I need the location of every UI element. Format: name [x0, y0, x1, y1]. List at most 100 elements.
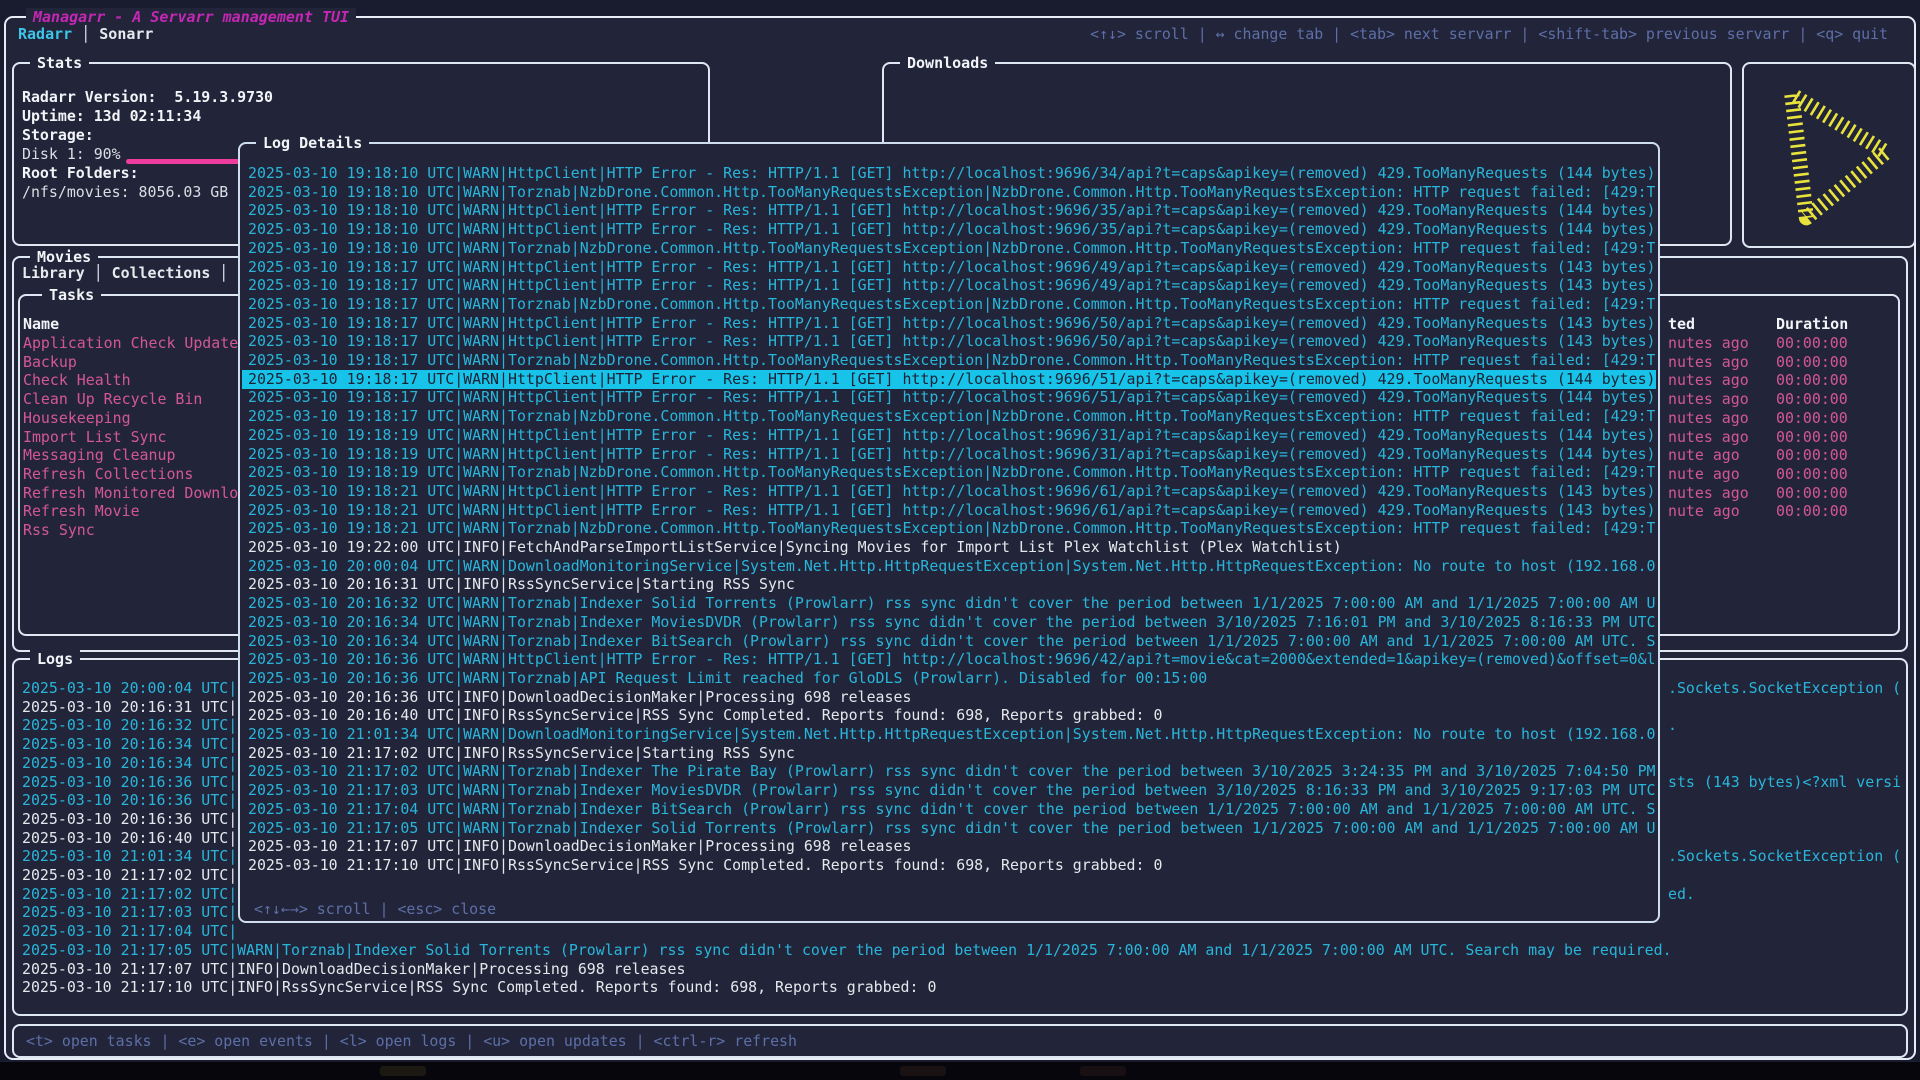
log-row[interactable]: 2025-03-10 20:16:34 UTC| [22, 735, 237, 754]
tab-separator [85, 264, 94, 282]
log-detail-row[interactable]: 2025-03-10 20:16:36 UTC|INFO|DownloadDec… [248, 688, 1655, 707]
desktop-taskbar [0, 1062, 1920, 1080]
log-detail-row[interactable]: 2025-03-10 19:18:21 UTC|WARN|Torznab|Nzb… [248, 519, 1655, 538]
tasks-last-executed-header: ted [1668, 315, 1695, 334]
taskbar-glow-icon [900, 1066, 946, 1076]
task-duration-value: 00:00:00 [1776, 390, 1848, 409]
log-detail-row[interactable]: 2025-03-10 20:16:36 UTC|WARN|Torznab|API… [248, 669, 1655, 688]
log-row[interactable]: 2025-03-10 20:16:40 UTC| [22, 829, 237, 848]
managarr-logo-triangle-icon [1756, 74, 1906, 234]
task-row[interactable]: Messaging Cleanup [23, 446, 175, 465]
log-detail-row[interactable]: 2025-03-10 20:16:34 UTC|WARN|Torznab|Ind… [248, 613, 1655, 632]
log-row[interactable]: 2025-03-10 20:16:36 UTC| [22, 773, 237, 792]
log-row-tail: ed. [1668, 885, 1695, 904]
log-detail-row[interactable]: 2025-03-10 19:18:17 UTC|WARN|Torznab|Nzb… [248, 295, 1655, 314]
log-detail-row[interactable]: 2025-03-10 19:18:17 UTC|WARN|HttpClient|… [248, 332, 1655, 351]
log-detail-row[interactable]: 2025-03-10 19:18:19 UTC|WARN|HttpClient|… [248, 445, 1655, 464]
task-row[interactable]: Refresh Collections [23, 465, 193, 484]
log-row[interactable]: 2025-03-10 20:16:31 UTC| [22, 698, 237, 717]
modal-keybinds: <↑↓←→> scroll | <esc> close [254, 900, 496, 919]
stats-panel-title: Stats [30, 53, 89, 73]
log-detail-row[interactable]: 2025-03-10 19:18:19 UTC|WARN|HttpClient|… [248, 426, 1655, 445]
log-detail-row[interactable]: 2025-03-10 19:18:17 UTC|WARN|HttpClient|… [248, 314, 1655, 333]
task-row[interactable]: Clean Up Recycle Bin [23, 390, 202, 409]
task-row[interactable]: Refresh Movie [23, 502, 140, 521]
log-detail-row[interactable]: 2025-03-10 20:00:04 UTC|WARN|DownloadMon… [248, 557, 1655, 576]
log-detail-row[interactable]: 2025-03-10 19:18:10 UTC|WARN|Torznab|Nzb… [248, 239, 1655, 258]
log-detail-row[interactable]: 2025-03-10 21:17:07 UTC|INFO|DownloadDec… [248, 837, 1655, 856]
stats-row: Radarr Version: 5.19.3.9730 [22, 88, 273, 107]
tab-collections[interactable]: Collections [112, 264, 211, 282]
taskbar-glow-icon [380, 1066, 426, 1076]
terminal-window: Managarr - A Servarr management TUI Rada… [4, 16, 1916, 1060]
task-duration-value: 00:00:00 [1776, 428, 1848, 447]
task-row[interactable]: Check Health [23, 371, 131, 390]
task-row[interactable]: Application Check Update [23, 334, 238, 353]
tab-library[interactable]: Library [22, 264, 85, 282]
log-row[interactable]: 2025-03-10 21:01:34 UTC| [22, 847, 237, 866]
task-row[interactable]: Import List Sync [23, 428, 166, 447]
task-row[interactable]: Housekeeping [23, 409, 131, 428]
task-last-executed-value: nutes ago [1668, 371, 1749, 390]
log-row[interactable]: 2025-03-10 20:00:04 UTC| [22, 679, 237, 698]
log-detail-row[interactable]: 2025-03-10 21:17:03 UTC|WARN|Torznab|Ind… [248, 781, 1655, 800]
log-detail-row[interactable]: 2025-03-10 20:16:36 UTC|WARN|HttpClient|… [248, 650, 1655, 669]
task-last-executed-value: nutes ago [1668, 353, 1749, 372]
task-last-executed-value: nute ago [1668, 446, 1740, 465]
log-row[interactable]: 2025-03-10 21:17:03 UTC| [22, 903, 237, 922]
footer-keybinds-bar: <t> open tasks | <e> open events | <l> o… [12, 1024, 1908, 1058]
log-row[interactable]: 2025-03-10 20:16:36 UTC| [22, 791, 237, 810]
log-row[interactable]: 2025-03-10 21:17:04 UTC| [22, 922, 237, 941]
log-detail-row[interactable]: 2025-03-10 19:18:21 UTC|WARN|HttpClient|… [248, 501, 1655, 520]
task-duration-value: 00:00:00 [1776, 371, 1848, 390]
log-detail-row[interactable]: 2025-03-10 19:18:19 UTC|WARN|Torznab|Nzb… [248, 463, 1655, 482]
log-row[interactable]: 2025-03-10 21:17:02 UTC| [22, 885, 237, 904]
log-detail-row[interactable]: 2025-03-10 21:17:10 UTC|INFO|RssSyncServ… [248, 856, 1655, 875]
log-detail-row[interactable]: 2025-03-10 21:17:05 UTC|WARN|Torznab|Ind… [248, 819, 1655, 838]
log-row-tail: .Sockets.SocketException ( [1668, 847, 1901, 866]
task-row[interactable]: Refresh Monitored Downloads [23, 484, 265, 503]
log-row[interactable]: 2025-03-10 20:16:36 UTC| [22, 810, 237, 829]
log-row[interactable]: 2025-03-10 20:16:32 UTC| [22, 716, 237, 735]
log-row[interactable]: 2025-03-10 21:17:02 UTC| [22, 866, 237, 885]
log-detail-row[interactable]: 2025-03-10 20:16:32 UTC|WARN|Torznab|Ind… [248, 594, 1655, 613]
task-row[interactable]: Backup [23, 353, 77, 372]
taskbar-glow-icon [1080, 1066, 1126, 1076]
log-detail-row[interactable]: 2025-03-10 20:16:34 UTC|WARN|Torznab|Ind… [248, 632, 1655, 651]
disk-usage-bar [126, 159, 247, 164]
log-detail-row[interactable]: 2025-03-10 19:18:17 UTC|WARN|Torznab|Nzb… [248, 407, 1655, 426]
log-detail-row[interactable]: 2025-03-10 19:18:10 UTC|WARN|HttpClient|… [248, 164, 1655, 183]
log-detail-row[interactable]: 2025-03-10 19:18:17 UTC|WARN|HttpClient|… [248, 388, 1655, 407]
tab-sonarr[interactable]: Sonarr [99, 25, 153, 43]
log-detail-row[interactable]: 2025-03-10 21:01:34 UTC|WARN|DownloadMon… [248, 725, 1655, 744]
log-detail-row[interactable]: 2025-03-10 21:17:02 UTC|INFO|RssSyncServ… [248, 744, 1655, 763]
log-detail-row[interactable]: 2025-03-10 21:17:04 UTC|WARN|Torznab|Ind… [248, 800, 1655, 819]
log-detail-row-selected[interactable]: 2025-03-10 19:18:17 UTC|WARN|HttpClient|… [242, 370, 1656, 389]
task-last-executed-value: nutes ago [1668, 428, 1749, 447]
log-row[interactable]: 2025-03-10 21:17:05 UTC|WARN|Torznab|Ind… [22, 941, 1672, 960]
log-detail-row[interactable]: 2025-03-10 19:18:10 UTC|WARN|HttpClient|… [248, 201, 1655, 220]
task-last-executed-value: nutes ago [1668, 409, 1749, 428]
log-detail-row[interactable]: 2025-03-10 20:16:31 UTC|INFO|RssSyncServ… [248, 575, 1655, 594]
log-detail-row[interactable]: 2025-03-10 20:16:40 UTC|INFO|RssSyncServ… [248, 706, 1655, 725]
log-row[interactable]: 2025-03-10 20:16:34 UTC| [22, 754, 237, 773]
log-detail-row[interactable]: 2025-03-10 19:18:10 UTC|WARN|HttpClient|… [248, 220, 1655, 239]
log-detail-row[interactable]: 2025-03-10 19:18:17 UTC|WARN|Torznab|Nzb… [248, 351, 1655, 370]
stats-row: Disk 1: 90% [22, 145, 121, 164]
log-detail-row[interactable]: 2025-03-10 21:17:02 UTC|WARN|Torznab|Ind… [248, 762, 1655, 781]
tab-radarr[interactable]: Radarr [18, 25, 72, 43]
task-duration-value: 00:00:00 [1776, 465, 1848, 484]
log-detail-row[interactable]: 2025-03-10 19:18:17 UTC|WARN|HttpClient|… [248, 258, 1655, 277]
movies-tab-separator: │ [219, 264, 228, 282]
log-detail-row[interactable]: 2025-03-10 19:18:21 UTC|WARN|HttpClient|… [248, 482, 1655, 501]
stats-row: Uptime: 13d 02:11:34 [22, 107, 201, 126]
log-row-tail: . [1668, 716, 1677, 735]
log-detail-row[interactable]: 2025-03-10 19:18:10 UTC|WARN|Torznab|Nzb… [248, 183, 1655, 202]
log-detail-row[interactable]: 2025-03-10 19:22:00 UTC|INFO|FetchAndPar… [248, 538, 1655, 557]
log-details-title: Log Details [256, 133, 369, 153]
log-row[interactable]: 2025-03-10 21:17:10 UTC|INFO|RssSyncServ… [22, 978, 936, 997]
log-detail-row[interactable]: 2025-03-10 19:18:17 UTC|WARN|HttpClient|… [248, 276, 1655, 295]
movies-tab-bar: Library │ Collections │ [22, 264, 228, 283]
task-row[interactable]: Rss Sync [23, 521, 95, 540]
log-row[interactable]: 2025-03-10 21:17:07 UTC|INFO|DownloadDec… [22, 960, 685, 979]
